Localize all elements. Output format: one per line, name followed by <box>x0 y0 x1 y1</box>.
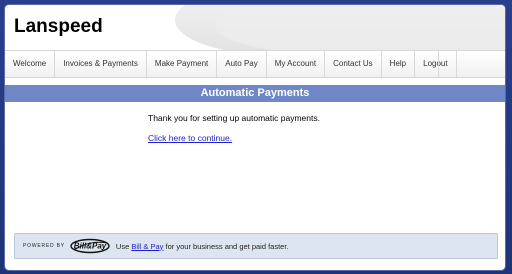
nav-item-auto-pay[interactable]: Auto Pay <box>217 51 267 77</box>
main-content: Thank you for setting up automatic payme… <box>5 102 505 222</box>
header-decoration-highlight <box>215 5 505 50</box>
footer-text: Use Bill & Pay for your business and get… <box>116 242 289 251</box>
billpay-logo-icon: Bill&Pay <box>70 238 110 254</box>
nav-item-contact-us[interactable]: Contact Us <box>325 51 382 77</box>
page-title: Automatic Payments <box>5 85 505 102</box>
app-window: Lanspeed Welcome Invoices & Payments Mak… <box>5 5 505 270</box>
brand-logo[interactable]: Lanspeed <box>14 16 103 38</box>
footer-text-suffix: for your business and get paid faster. <box>163 241 289 251</box>
main-nav: Welcome Invoices & Payments Make Payment… <box>5 50 505 78</box>
billpay-logo-text: Bill&Pay <box>74 242 107 251</box>
footer-text-prefix: Use <box>115 241 132 251</box>
nav-divider <box>438 51 439 77</box>
nav-item-invoices-payments[interactable]: Invoices & Payments <box>55 51 147 77</box>
header: Lanspeed <box>5 5 505 50</box>
billpay-logo[interactable]: Bill&Pay <box>70 238 110 254</box>
confirmation-message: Thank you for setting up automatic payme… <box>148 113 320 123</box>
footer-bar: POWERED BY Bill&Pay Use Bill & Pay for y… <box>14 233 498 259</box>
nav-item-help[interactable]: Help <box>382 51 416 77</box>
nav-item-my-account[interactable]: My Account <box>267 51 326 77</box>
powered-by-label: POWERED BY <box>23 243 65 249</box>
continue-link[interactable]: Click here to continue. <box>148 133 232 143</box>
nav-item-make-payment[interactable]: Make Payment <box>147 51 218 77</box>
nav-item-welcome[interactable]: Welcome <box>5 51 56 77</box>
nav-item-logout[interactable]: Logout <box>415 51 457 77</box>
billpay-link[interactable]: Bill & Pay <box>131 242 163 251</box>
